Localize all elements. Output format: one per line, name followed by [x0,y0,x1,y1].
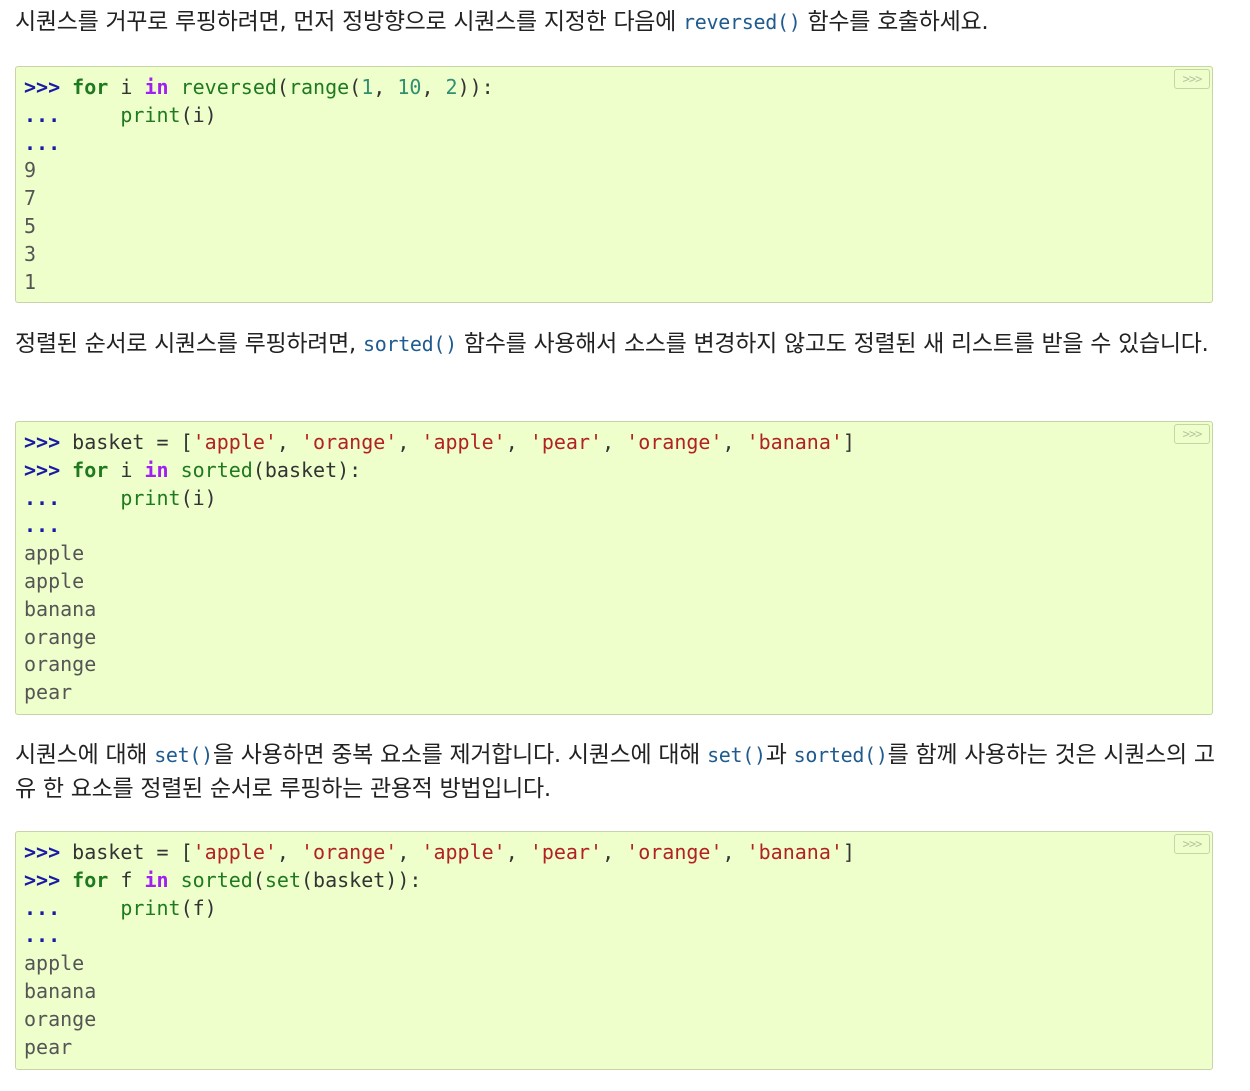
number: 2 [445,75,458,99]
output-line: banana [24,978,97,1003]
inline-code: set() [154,743,213,767]
variable: i [120,457,133,482]
keyword: for [72,75,109,99]
keyword: for [72,457,109,482]
variable: basket [313,867,386,892]
paragraph-reversed: 시퀀스를 거꾸로 루핑하려면, 먼저 정방향으로 시퀀스를 지정한 다음에 re… [15,5,989,39]
variable: basket [72,840,145,864]
code-listing: >>> basket = ['apple', 'orange', 'apple'… [24,840,855,1059]
variable: i [192,102,205,127]
string: 'apple' [192,430,277,454]
inline-code: reversed() [683,10,801,34]
string: 'pear' [529,840,603,864]
continuation-prompt: ... [24,485,61,510]
text: 함수를 사용해서 소스를 변경하지 않고도 정렬된 새 리스트를 받을 수 있습… [456,331,1209,357]
continuation-prompt: ... [24,130,61,155]
output-line: 9 [24,158,37,183]
builtin: print [120,102,181,127]
prompt: >>> [24,430,61,454]
string: 'pear' [529,430,603,454]
prompt: >>> [24,457,61,482]
variable: basket [264,457,338,482]
output-line: 1 [24,269,37,294]
output-line: orange [24,652,97,677]
output-line: apple [24,541,85,566]
number: 10 [397,75,422,99]
variable: i [120,75,133,99]
continuation-prompt: ... [24,513,61,538]
text: 함수를 호출하세요. [800,9,989,35]
output-line: banana [24,596,97,621]
prompt: >>> [24,75,61,99]
continuation-prompt: ... [24,895,61,920]
output-line: apple [24,951,85,976]
paragraph-set-sorted: 시퀀스에 대해 set()을 사용하면 중복 요소를 제거합니다. 시퀀스에 대… [15,738,1215,806]
inline-code: sorted() [362,332,457,356]
output-line: 5 [24,213,37,238]
output-line: pear [24,680,73,705]
string: 'banana' [746,840,843,864]
string: 'banana' [746,430,843,454]
continuation-prompt: ... [24,923,61,948]
copy-prompt-toggle-button[interactable]: >>> [1174,424,1210,444]
string: 'apple' [421,430,506,454]
text: 시퀀스를 거꾸로 루핑하려면, 먼저 정방향으로 시퀀스를 지정한 다음에 [15,9,684,35]
paragraph-sorted: 정렬된 순서로 시퀀스를 루핑하려면, sorted() 함수를 사용해서 소스… [15,327,1209,361]
text: 과 [765,742,794,768]
code-block-reversed: >>> >>> for i in reversed(range(1, 10, 2… [15,66,1213,303]
code-listing: >>> basket = ['apple', 'orange', 'apple'… [24,430,855,705]
string: 'apple' [421,840,506,864]
builtin: range [288,75,350,99]
prompt: >>> [24,840,61,864]
output-line: apple [24,568,85,593]
keyword: in [144,457,169,482]
builtin: print [120,485,181,510]
builtin: set [264,867,301,892]
builtin: sorted [180,867,253,892]
variable: i [192,485,205,510]
text: 시퀀스에 대해 [15,742,155,768]
text: 정렬된 순서로 시퀀스를 루핑하려면, [15,331,363,357]
output-line: orange [24,1006,97,1031]
continuation-prompt: ... [24,102,61,127]
keyword: for [72,867,109,892]
keyword: in [144,75,169,99]
copy-prompt-toggle-button[interactable]: >>> [1174,834,1210,854]
keyword: in [144,867,169,892]
string: 'orange' [626,430,723,454]
output-line: orange [24,624,97,649]
variable: f [120,867,133,892]
builtin: print [120,895,181,920]
output-line: pear [24,1034,73,1059]
string: 'orange' [301,840,398,864]
variable: f [192,895,205,920]
code-block-set-sorted: >>> >>> basket = ['apple', 'orange', 'ap… [15,831,1213,1070]
inline-code: set() [707,743,766,767]
string: 'orange' [626,840,723,864]
copy-prompt-toggle-button[interactable]: >>> [1174,69,1210,89]
prompt: >>> [24,867,61,892]
variable: basket [72,430,145,454]
inline-code: sorted() [793,743,888,767]
string: 'apple' [192,840,277,864]
output-line: 3 [24,241,37,266]
text: 을 사용하면 중복 요소를 제거합니다. 시퀀스에 대해 [212,742,708,768]
output-line: 7 [24,186,37,211]
code-listing: >>> for i in reversed(range(1, 10, 2)): … [24,75,494,294]
string: 'orange' [301,430,398,454]
code-block-sorted: >>> >>> basket = ['apple', 'orange', 'ap… [15,421,1213,715]
builtin: sorted [180,457,253,482]
number: 1 [361,75,374,99]
builtin: reversed [180,75,277,99]
